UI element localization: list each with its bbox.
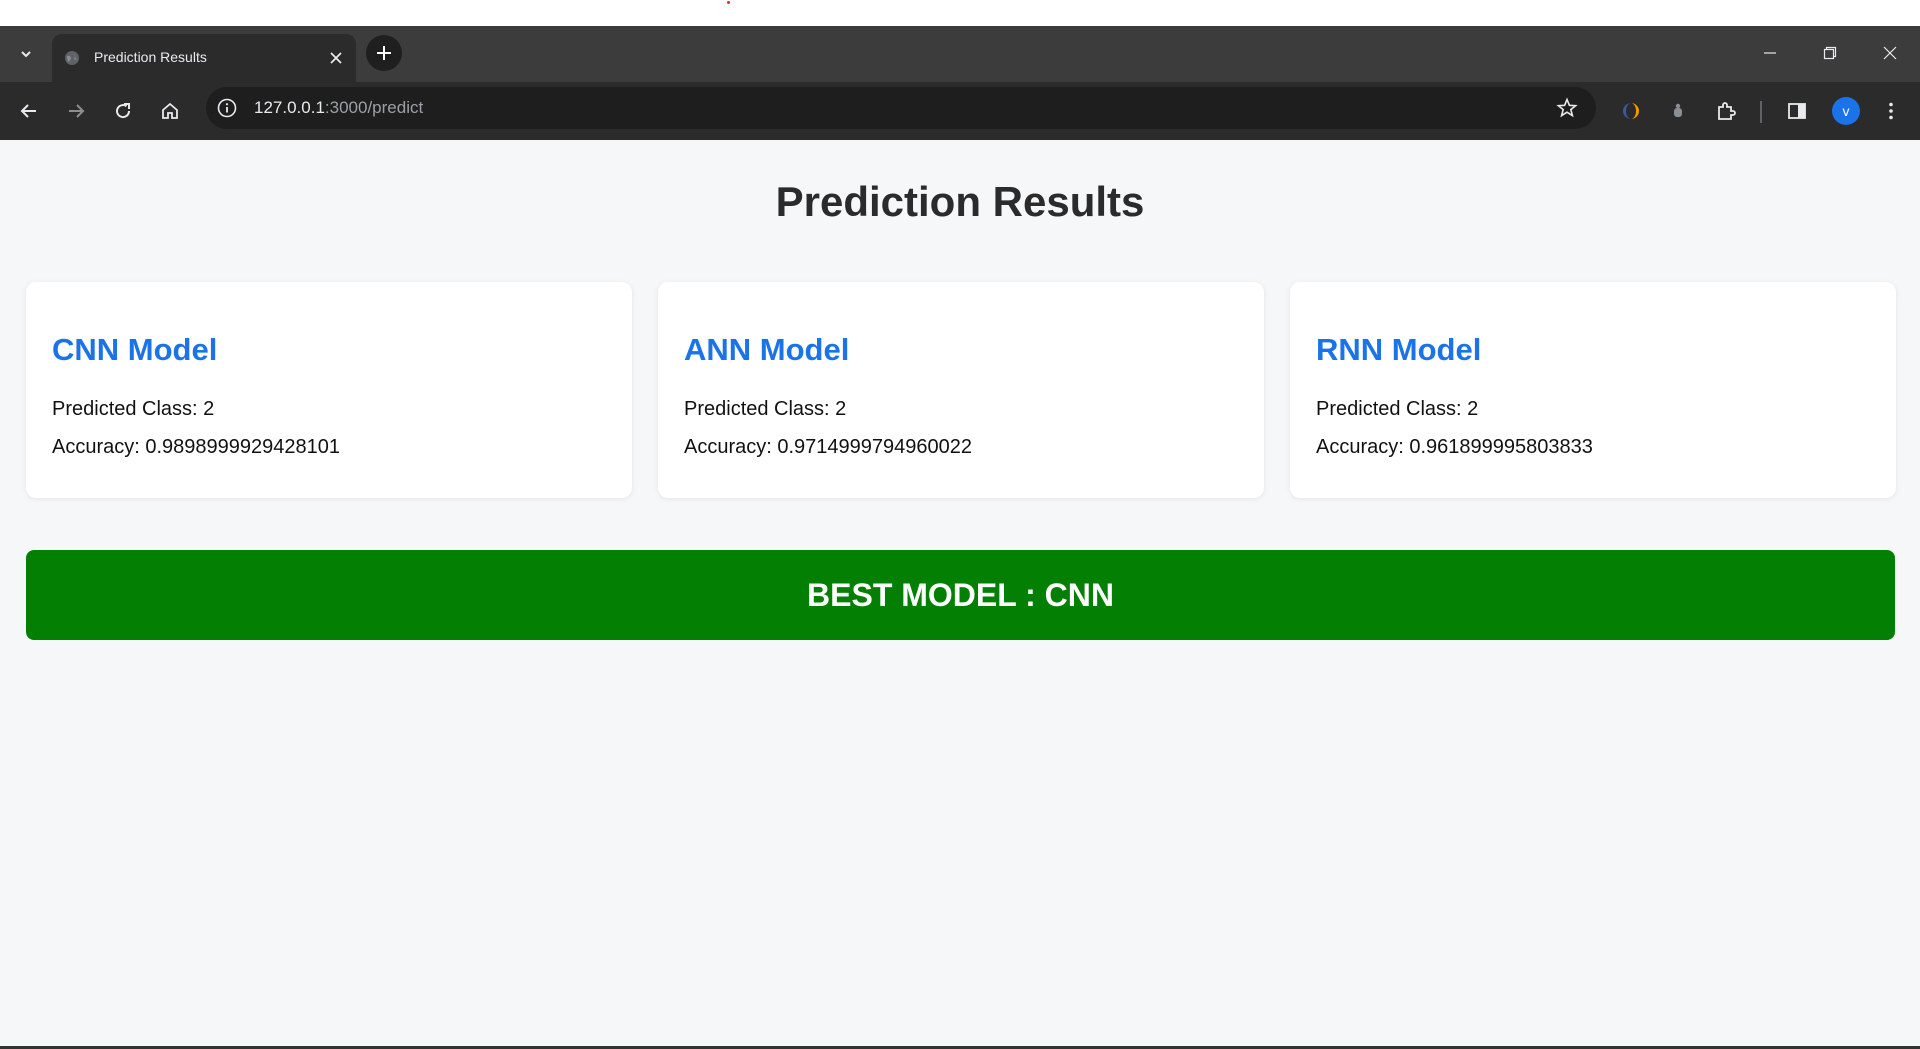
browser-toolbar: 127.0.0.1:3000/predict v (0, 82, 1920, 140)
extension-small-icon (1674, 103, 1682, 117)
page-viewport: Prediction Results CNN Model Predicted C… (0, 140, 1920, 1046)
extension-button[interactable] (1662, 95, 1694, 127)
notification-dot (727, 1, 730, 4)
best-model-banner: BEST MODEL : CNN (26, 550, 1895, 640)
url-text[interactable]: 127.0.0.1:3000/predict (254, 98, 423, 118)
model-card-title: RNN Model (1316, 332, 1482, 367)
url-path: :3000/predict (324, 98, 424, 117)
side-panel-button[interactable] (1781, 95, 1813, 127)
browser-menu-button[interactable] (1875, 95, 1907, 127)
minimize-icon (1764, 52, 1776, 54)
chevron-down-icon (21, 51, 31, 58)
restore-icon (1823, 46, 1837, 60)
restore-button[interactable] (1810, 38, 1850, 68)
more-vertical-icon (1889, 102, 1893, 120)
extension-logo-icon (1623, 103, 1639, 119)
puzzle-icon (1718, 102, 1736, 120)
plus-icon (377, 46, 391, 60)
bookmark-star-icon[interactable] (1556, 97, 1578, 119)
reload-icon (116, 103, 131, 119)
address-bar[interactable]: 127.0.0.1:3000/predict (206, 87, 1596, 129)
site-info-icon[interactable] (216, 97, 238, 119)
window-close-button[interactable] (1870, 38, 1910, 68)
url-host: 127.0.0.1 (254, 98, 325, 117)
accuracy-text: Accuracy: 0.9898999929428101 (52, 436, 341, 458)
reload-button[interactable] (107, 95, 139, 127)
close-icon (330, 52, 342, 64)
accuracy-text: Accuracy: 0.9714999794960022 (684, 436, 973, 458)
arrow-right-icon (69, 104, 85, 118)
tab-search-button[interactable] (12, 40, 40, 68)
predicted-class-text: Predicted Class: 2 (684, 398, 847, 420)
tab-title: Prediction Results (94, 49, 207, 65)
window-top-strip (0, 0, 1920, 26)
new-tab-button[interactable] (366, 35, 402, 71)
close-icon (1883, 46, 1897, 60)
extension-button[interactable] (1615, 95, 1647, 127)
extensions-menu-button[interactable] (1710, 95, 1742, 127)
side-panel-icon (1788, 103, 1806, 119)
model-card-title: CNN Model (52, 332, 218, 367)
model-card-cnn: CNN Model Predicted Class: 2 Accuracy: 0… (26, 282, 632, 498)
tab-prediction-results[interactable]: Prediction Results (52, 34, 356, 82)
profile-avatar[interactable]: v (1832, 97, 1860, 125)
tab-strip: Prediction Results (0, 26, 1920, 82)
predicted-class-text: Predicted Class: 2 (1316, 398, 1479, 420)
accuracy-text: Accuracy: 0.961899995803833 (1316, 436, 1593, 458)
forward-button[interactable] (60, 95, 92, 127)
page-title: Prediction Results (775, 178, 1145, 225)
back-button[interactable] (13, 95, 45, 127)
home-button[interactable] (154, 95, 186, 127)
model-card-ann: ANN Model Predicted Class: 2 Accuracy: 0… (658, 282, 1264, 498)
model-card-title: ANN Model (684, 332, 850, 367)
minimize-button[interactable] (1750, 38, 1790, 68)
predicted-class-text: Predicted Class: 2 (52, 398, 215, 420)
arrow-left-icon (20, 104, 36, 118)
tab-close-button[interactable] (324, 46, 348, 70)
home-icon (162, 102, 178, 119)
globe-icon (65, 51, 79, 65)
model-card-rnn: RNN Model Predicted Class: 2 Accuracy: 0… (1290, 282, 1896, 498)
toolbar-separator (1760, 101, 1762, 123)
